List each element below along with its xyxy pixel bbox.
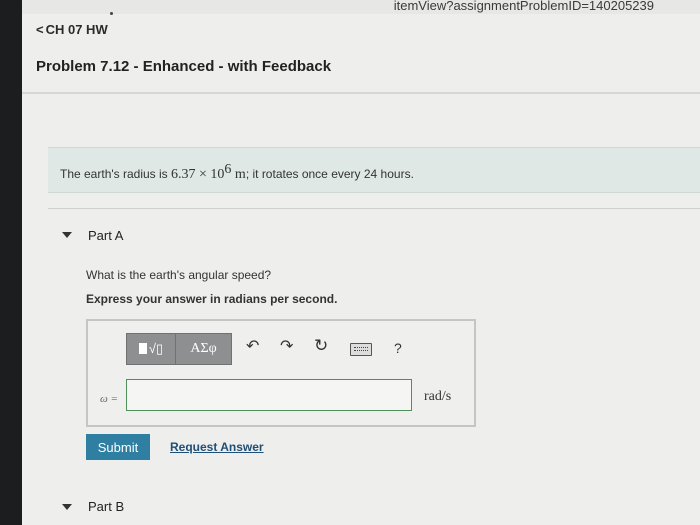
- unit-label: rad/s: [424, 389, 452, 404]
- radius-base: 10: [210, 167, 225, 182]
- cursor-dot: [110, 12, 113, 15]
- header-divider: [22, 92, 700, 94]
- symbols-button[interactable]: ΑΣφ: [176, 334, 231, 364]
- collapse-triangle-icon[interactable]: [62, 232, 72, 238]
- question-text: What is the earth's angular speed?: [86, 268, 272, 282]
- part-a-label[interactable]: Part A: [88, 228, 123, 243]
- radius-unit: m: [231, 167, 246, 182]
- page: itemView?assignmentProblemID=140205239 <…: [22, 0, 700, 525]
- back-link-label: CH 07 HW: [45, 22, 108, 37]
- help-button[interactable]: ?: [394, 340, 402, 356]
- request-answer-link[interactable]: Request Answer: [170, 440, 264, 454]
- problem-statement-box: The earth's radius is 6.37 × 106 m; it r…: [48, 147, 700, 193]
- back-to-assignment-link[interactable]: < CH 07 HW: [36, 22, 108, 37]
- intro-prefix: The earth's radius is: [60, 167, 172, 181]
- keyboard-icon[interactable]: [350, 343, 372, 356]
- collapse-triangle-icon[interactable]: [62, 504, 72, 510]
- submit-button[interactable]: Submit: [86, 434, 150, 460]
- reset-icon[interactable]: ↻: [314, 337, 328, 354]
- intro-suffix: ; it rotates once every 24 hours.: [245, 167, 414, 181]
- math-toolbar-group: √▯ ΑΣφ: [126, 333, 232, 365]
- answer-instruction: Express your answer in radians per secon…: [86, 292, 338, 306]
- undo-icon[interactable]: ↶: [246, 339, 259, 355]
- problem-statement: The earth's radius is 6.37 × 106 m; it r…: [60, 162, 414, 183]
- section-divider: [48, 208, 700, 209]
- part-b-label[interactable]: Part B: [88, 499, 124, 514]
- variable-label: ω =: [100, 393, 118, 405]
- chevron-left-icon: <: [36, 22, 44, 37]
- templates-button[interactable]: √▯: [127, 334, 176, 364]
- times-sign: ×: [195, 167, 211, 182]
- answer-panel: √▯ ΑΣφ ↶ ↷ ↻ ? ω = rad/s: [86, 319, 476, 427]
- template-square-icon: [138, 343, 147, 354]
- address-bar[interactable]: itemView?assignmentProblemID=140205239: [22, 0, 700, 14]
- page-title: Problem 7.12 - Enhanced - with Feedback: [36, 58, 332, 75]
- redo-icon[interactable]: ↷: [280, 339, 293, 355]
- radius-mantissa: 6.37: [171, 167, 196, 182]
- url-text: itemView?assignmentProblemID=140205239: [393, 0, 654, 13]
- templates-label: √▯: [148, 341, 164, 356]
- answer-input[interactable]: [126, 379, 412, 411]
